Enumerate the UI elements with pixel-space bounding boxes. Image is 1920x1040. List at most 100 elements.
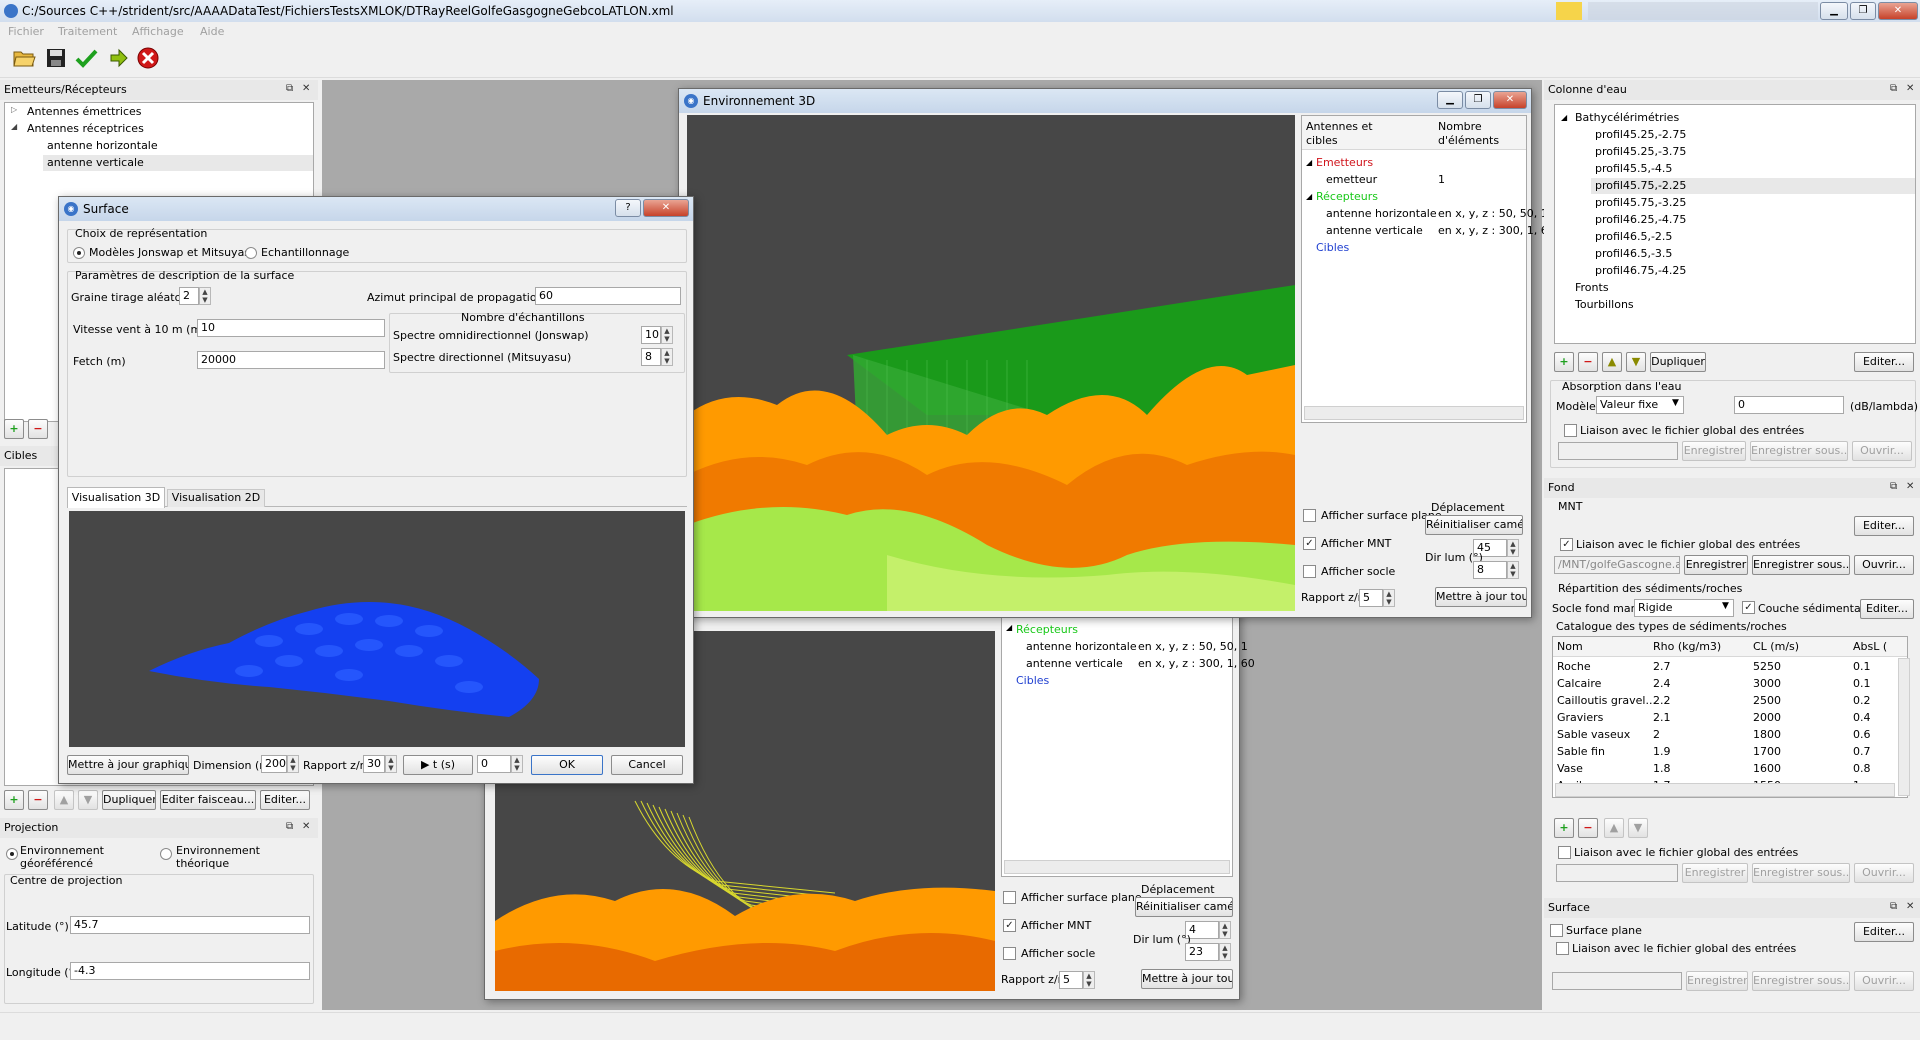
- bathy-collapse-icon[interactable]: ◢: [1561, 113, 1567, 122]
- afficher-mnt-checkbox[interactable]: ✓: [1303, 537, 1316, 550]
- edit-beam-button[interactable]: Editer faisceau...: [160, 790, 256, 810]
- liaison-catalogue-checkbox[interactable]: [1558, 846, 1571, 859]
- profil-item[interactable]: profil46.25,-4.75: [1595, 213, 1686, 226]
- back-ant-v[interactable]: antenne verticale: [1026, 657, 1123, 670]
- add-profil-button[interactable]: +: [1554, 352, 1574, 372]
- radio-echantillonnage[interactable]: [245, 247, 257, 259]
- close-icon[interactable]: ✕: [302, 83, 310, 94]
- table-header-cell[interactable]: Nom: [1557, 640, 1583, 653]
- table-row[interactable]: Calcaire 2.4 3000 0.1: [1553, 676, 1893, 693]
- colonne-ouvrir-button[interactable]: Ouvrir...: [1852, 441, 1912, 461]
- tab-visualisation-2d[interactable]: Visualisation 2D: [167, 489, 265, 507]
- rapport-zr-input[interactable]: 30: [363, 755, 385, 773]
- table-row[interactable]: Sable vaseux 2 1800 0.6: [1553, 727, 1893, 744]
- env3d-collapse-icon[interactable]: ◢: [1306, 192, 1312, 201]
- env3d-emetteur[interactable]: emetteur: [1326, 173, 1377, 186]
- dir-spinner[interactable]: ▲ ▼: [661, 348, 673, 366]
- ok-button[interactable]: OK: [531, 755, 603, 775]
- bathy-item[interactable]: Bathycélérimétries: [1575, 111, 1679, 124]
- liaison-colonne-checkbox[interactable]: [1564, 424, 1577, 437]
- add-target-button[interactable]: +: [4, 790, 24, 810]
- move-down-profil-button[interactable]: ▼: [1626, 352, 1646, 372]
- omni-input[interactable]: 10: [641, 326, 661, 344]
- float-icon[interactable]: ⧉: [1890, 83, 1897, 94]
- duplicate-target-button[interactable]: Dupliquer: [102, 790, 156, 810]
- dir-input[interactable]: 8: [641, 348, 661, 366]
- table-row[interactable]: Sable fin 1.9 1700 0.7: [1553, 744, 1893, 761]
- catalogue-v-scrollbar[interactable]: [1898, 658, 1910, 796]
- colonne-enregistrer-button[interactable]: Enregistrer: [1682, 441, 1746, 461]
- catalogue-h-scrollbar[interactable]: [1555, 783, 1895, 797]
- editer-surface-button[interactable]: Editer...: [1854, 922, 1914, 942]
- menu-traitement[interactable]: Traitement: [58, 25, 117, 38]
- back-dir2-input[interactable]: 23: [1185, 943, 1219, 961]
- close-icon[interactable]: ✕: [1906, 481, 1914, 492]
- vitesse-input[interactable]: 10: [197, 319, 385, 337]
- surface-enregistrer-sous-button[interactable]: Enregistrer sous...: [1752, 971, 1850, 991]
- env3d-maximize-button[interactable]: ❐: [1465, 91, 1491, 109]
- tree-collapse-icon[interactable]: ◢: [11, 122, 17, 131]
- save-icon[interactable]: [44, 46, 68, 70]
- validate-check-icon[interactable]: [74, 46, 98, 70]
- table-row[interactable]: Vase 1.8 1600 0.8: [1553, 761, 1893, 778]
- dimension-spinner[interactable]: ▲ ▼: [287, 755, 299, 773]
- profil-item[interactable]: profil46.5,-2.5: [1595, 230, 1672, 243]
- minimize-button[interactable]: ▁: [1820, 2, 1848, 20]
- back-recepteurs[interactable]: Récepteurs: [1016, 623, 1078, 636]
- add-sediment-button[interactable]: +: [1554, 818, 1574, 838]
- tree-item-horizontale[interactable]: antenne horizontale: [47, 139, 158, 152]
- close-button[interactable]: ✕: [1878, 2, 1918, 20]
- back-afficher-socle-checkbox[interactable]: [1003, 947, 1016, 960]
- remove-button[interactable]: −: [28, 419, 48, 439]
- help-button[interactable]: ?: [615, 199, 641, 217]
- tree-item-receptrices[interactable]: Antennes réceptrices: [27, 122, 144, 135]
- latitude-input[interactable]: 45.7: [70, 916, 310, 934]
- table-row[interactable]: Cailloutis gravel... 2.2 2500 0.2: [1553, 693, 1893, 710]
- radio-env-geo[interactable]: [6, 848, 18, 860]
- run-arrow-icon[interactable]: [106, 46, 130, 70]
- modele-chevron-down-icon[interactable]: ▼: [1672, 398, 1679, 408]
- rapport-zr-spinner[interactable]: ▲ ▼: [385, 755, 397, 773]
- env3d-ant-h[interactable]: antenne horizontale: [1326, 207, 1437, 220]
- editer-profil-button[interactable]: Editer...: [1854, 352, 1914, 372]
- float-icon[interactable]: ⧉: [286, 83, 293, 94]
- env3d-close-button[interactable]: ✕: [1493, 91, 1527, 109]
- surface-close-button[interactable]: ✕: [643, 199, 689, 217]
- env3d-emetteurs[interactable]: Emetteurs: [1316, 156, 1373, 169]
- dir-lum-1-spinner[interactable]: ▲ ▼: [1507, 539, 1519, 557]
- fond-enregistrer-button[interactable]: Enregistrer: [1684, 555, 1748, 575]
- tourbillons-item[interactable]: Tourbillons: [1575, 298, 1634, 311]
- table-header-cell[interactable]: CL (m/s): [1753, 640, 1799, 653]
- maj-graphique-button[interactable]: Mettre à jour graphique: [67, 755, 189, 775]
- move-up-button[interactable]: ▲: [54, 790, 74, 810]
- profil-item[interactable]: profil45.25,-3.75: [1595, 145, 1686, 158]
- menu-fichier[interactable]: Fichier: [8, 25, 44, 38]
- move-up-sediment-button[interactable]: ▲: [1604, 818, 1624, 838]
- afficher-socle-checkbox[interactable]: [1303, 565, 1316, 578]
- tree-expand-icon[interactable]: ▷: [11, 105, 17, 114]
- tree-item-emettrices[interactable]: Antennes émettrices: [27, 105, 142, 118]
- profil-item[interactable]: profil45.25,-2.75: [1595, 128, 1686, 141]
- play-t-button[interactable]: ▶ t (s): [403, 755, 473, 775]
- colonne-enregistrer-sous-button[interactable]: Enregistrer sous...: [1750, 441, 1848, 461]
- tab-visualisation-3d[interactable]: Visualisation 3D: [67, 487, 165, 508]
- couche-checkbox[interactable]: ✓: [1742, 601, 1755, 614]
- back-maj-button[interactable]: Mettre à jour tout: [1141, 969, 1233, 989]
- editer-couche-button[interactable]: Editer...: [1860, 599, 1914, 619]
- catalogue-enregistrer-sous-button[interactable]: Enregistrer sous...: [1752, 863, 1850, 883]
- maximize-button[interactable]: ❐: [1850, 2, 1876, 20]
- move-up-profil-button[interactable]: ▲: [1602, 352, 1622, 372]
- back-afficher-mnt-checkbox[interactable]: ✓: [1003, 919, 1016, 932]
- remove-profil-button[interactable]: −: [1578, 352, 1598, 372]
- float-icon[interactable]: ⧉: [1890, 481, 1897, 492]
- table-header-cell[interactable]: AbsL (: [1853, 640, 1887, 653]
- dupliquer-profil-button[interactable]: Dupliquer: [1650, 352, 1706, 372]
- tree-item-verticale[interactable]: antenne verticale: [47, 156, 144, 169]
- back-rapport-input[interactable]: 5: [1059, 971, 1083, 989]
- profil-item[interactable]: profil45.5,-4.5: [1595, 162, 1672, 175]
- table-row[interactable]: Roche 2.7 5250 0.1: [1553, 659, 1893, 676]
- back-afficher-surface-checkbox[interactable]: [1003, 891, 1016, 904]
- catalogue-ouvrir-button[interactable]: Ouvrir...: [1854, 863, 1914, 883]
- surface-plane-checkbox[interactable]: [1550, 924, 1563, 937]
- omni-spinner[interactable]: ▲ ▼: [661, 326, 673, 344]
